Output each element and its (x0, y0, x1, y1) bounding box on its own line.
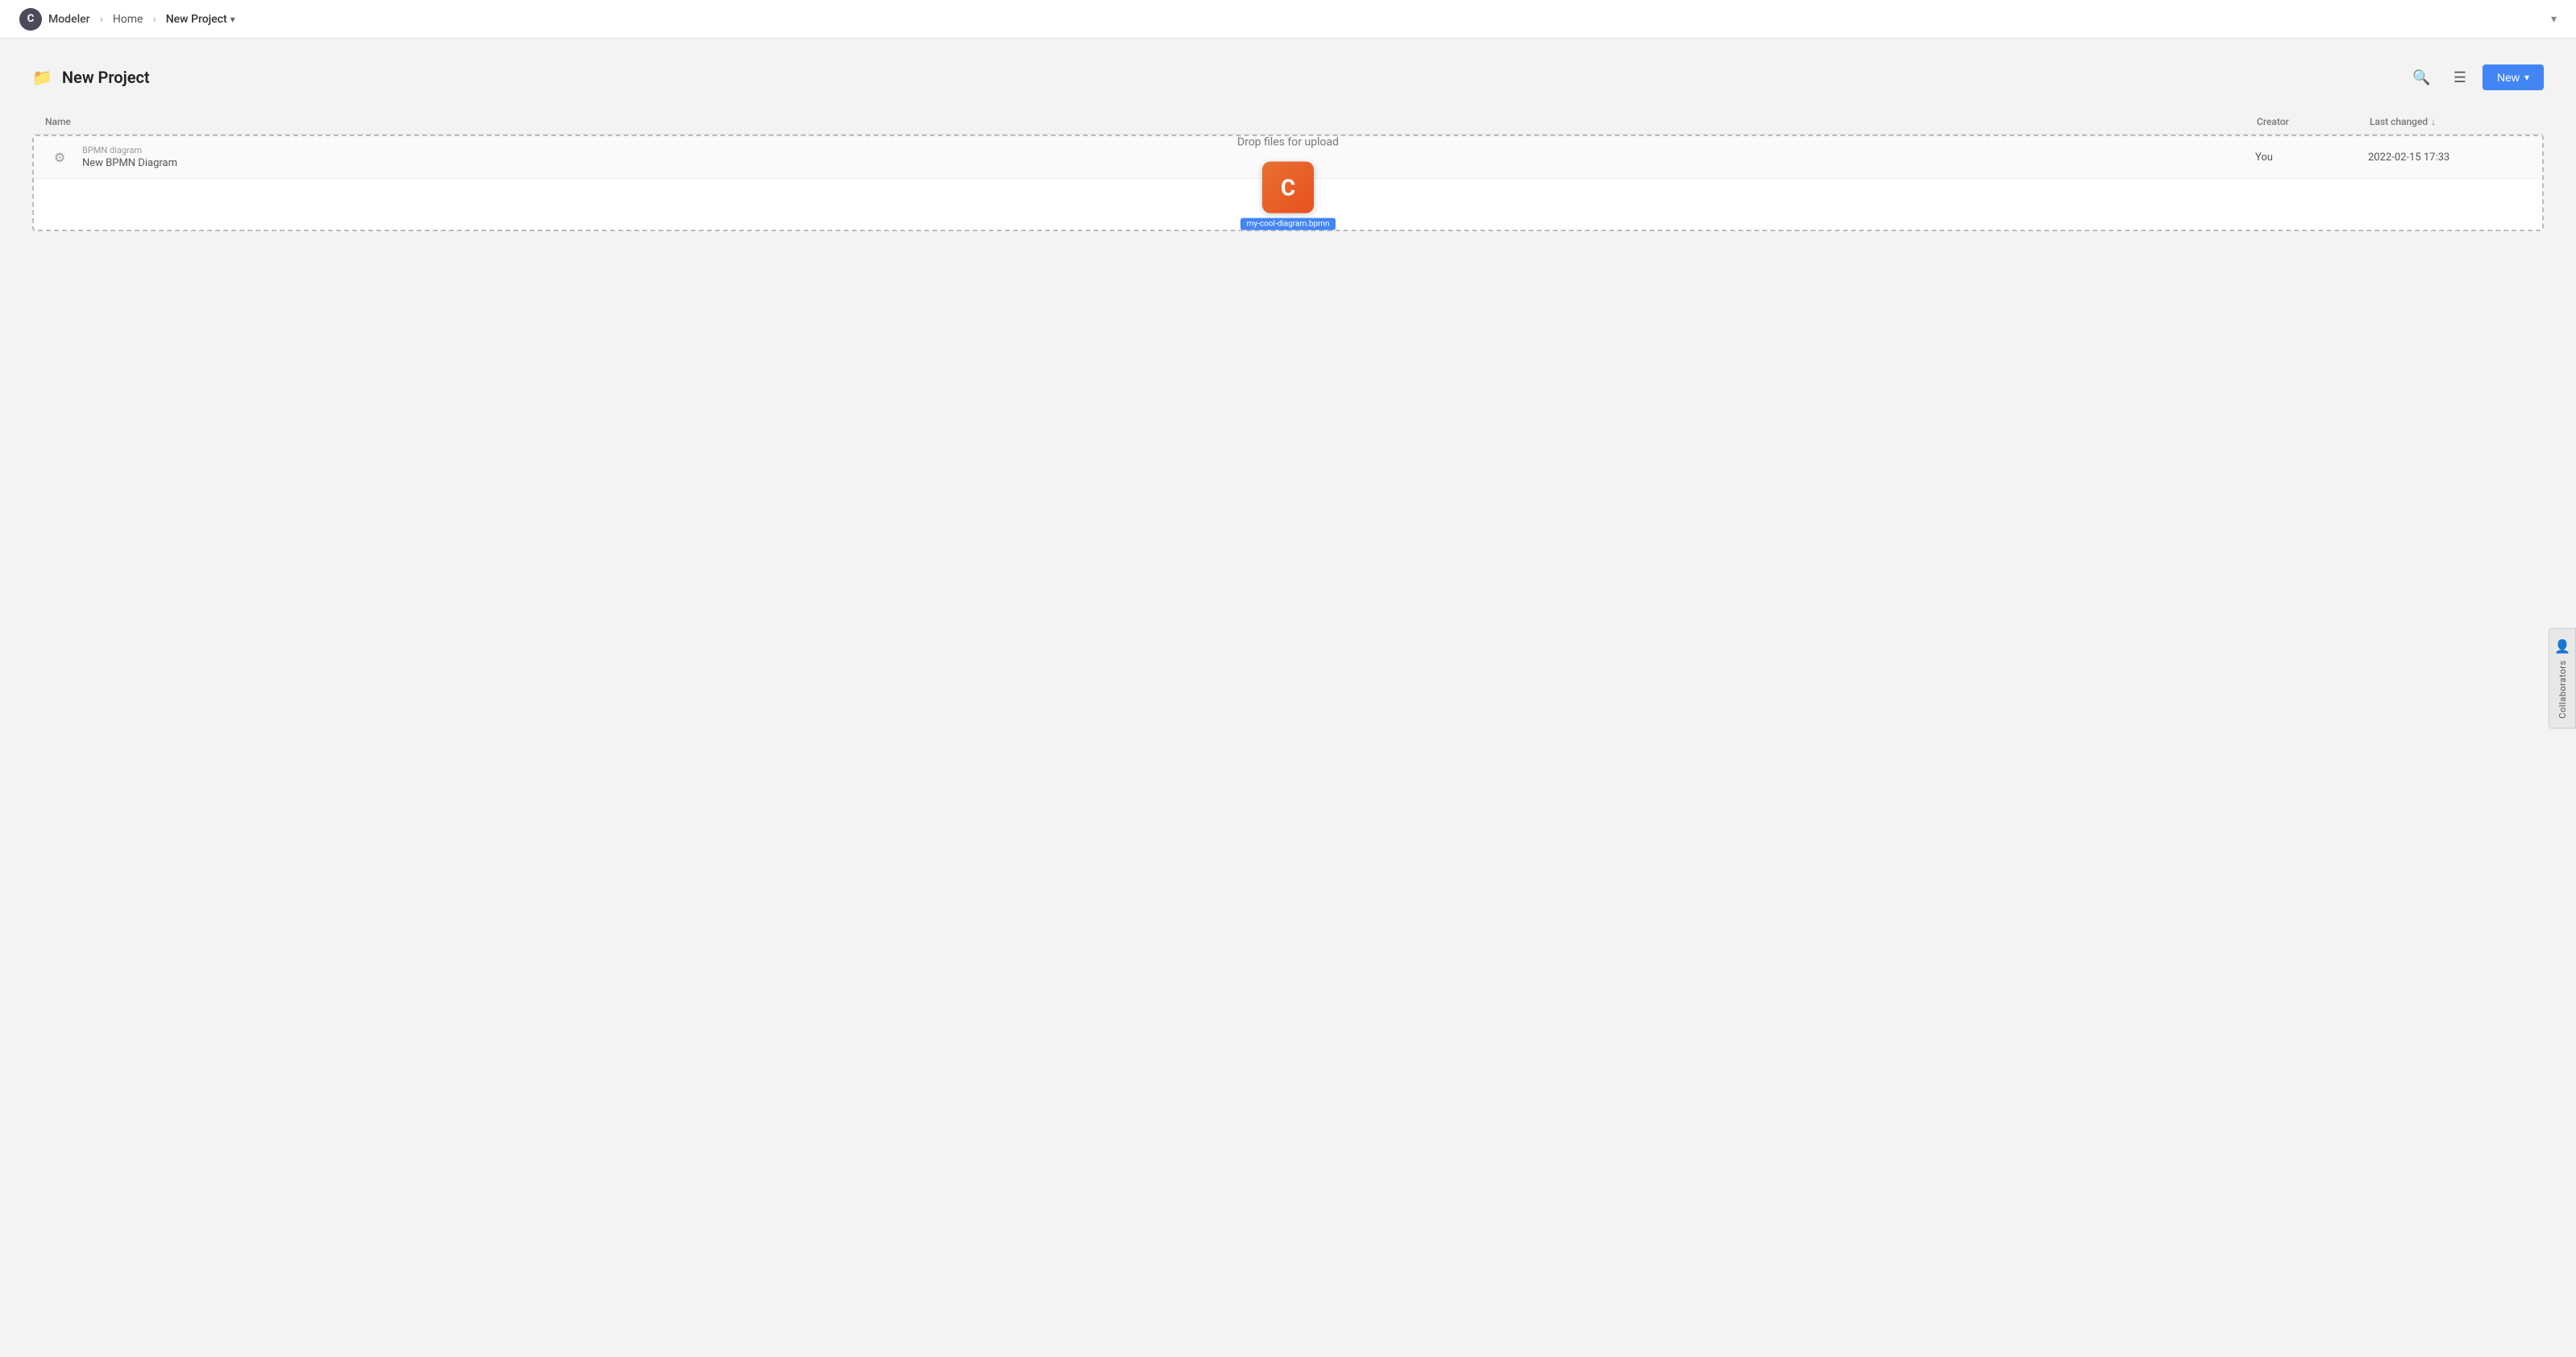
navbar-left: C Modeler › Home › New Project ▾ (19, 8, 235, 31)
new-button[interactable]: New ▾ (2483, 64, 2544, 90)
page-title-group: 📁 New Project (32, 68, 150, 87)
folder-icon: 📁 (32, 68, 52, 87)
table-row[interactable]: ⚙ BPMN diagram New BPMN Diagram You 2022… (34, 136, 2542, 179)
col-name-header: Name (45, 116, 2257, 127)
main-content: 📁 New Project 🔍 ☰ New ▾ Name Creator Las… (0, 39, 2576, 257)
breadcrumb-home[interactable]: Home (113, 13, 143, 26)
app-name: Modeler (48, 13, 90, 26)
filter-icon: ☰ (2453, 69, 2466, 86)
file-name-badge: my-cool-diagram.bpmn (1240, 218, 1336, 230)
breadcrumb-chevron-icon[interactable]: ▾ (231, 14, 235, 25)
col-creator-header: Creator (2257, 116, 2370, 127)
breadcrumb-separator-1: › (100, 13, 103, 26)
page-actions: 🔍 ☰ New ▾ (2406, 64, 2544, 90)
person-icon: 👤 (2554, 638, 2570, 654)
row-changed: 2022-02-15 17:33 (2368, 151, 2529, 164)
breadcrumb-separator-2: › (153, 13, 156, 26)
page-header: 📁 New Project 🔍 ☰ New ▾ (32, 64, 2544, 90)
collaborators-label: Collaborators (2557, 660, 2568, 718)
table-area[interactable]: ⚙ BPMN diagram New BPMN Diagram You 2022… (32, 135, 2544, 231)
page-title: New Project (62, 68, 150, 87)
row-type: BPMN diagram (82, 145, 2255, 156)
search-button[interactable]: 🔍 (2406, 66, 2437, 89)
row-settings-icon: ⚙ (47, 144, 73, 170)
app-logo: C (19, 8, 42, 31)
search-icon: 🔍 (2412, 69, 2430, 86)
new-button-chevron-icon: ▾ (2524, 72, 2529, 83)
breadcrumb-current[interactable]: New Project ▾ (166, 13, 235, 26)
row-creator: You (2255, 151, 2368, 164)
navbar-chevron-icon[interactable]: ▾ (2551, 13, 2557, 26)
collaborators-sidebar[interactable]: 👤 Collaborators (2549, 628, 2576, 728)
navbar-right: ▾ (2551, 13, 2557, 26)
navbar: C Modeler › Home › New Project ▾ ▾ (0, 0, 2576, 39)
col-changed-header: Last changed ↓ (2370, 116, 2531, 127)
filter-button[interactable]: ☰ (2447, 66, 2473, 89)
row-info: BPMN diagram New BPMN Diagram (82, 145, 2255, 169)
table-header: Name Creator Last changed ↓ (32, 110, 2544, 135)
row-name: New BPMN Diagram (82, 157, 2255, 169)
sort-icon[interactable]: ↓ (2431, 117, 2436, 127)
